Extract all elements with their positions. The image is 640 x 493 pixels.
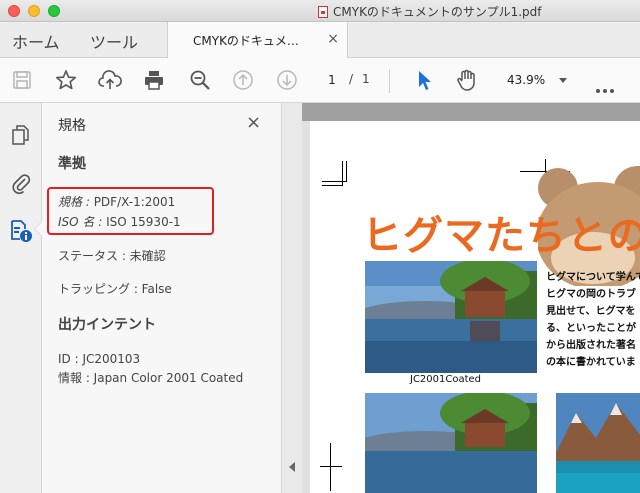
select-tool-button[interactable] [412, 68, 436, 92]
pdf-page: ヒグマたちとの JC2001Coated ヒグマについて学んで ヒグマの岡のトラ… [310, 121, 640, 493]
save-icon [13, 71, 31, 89]
window-zoom-button[interactable] [48, 5, 60, 17]
status-row: ステータス : 未確認 [58, 249, 166, 263]
window-close-button[interactable] [8, 5, 20, 17]
iso-value: ISO 15930-1 [106, 215, 181, 229]
page-count: 1 [362, 72, 370, 86]
document-tab-label: CMYKのドキュメ… [193, 34, 299, 48]
main-toolbar: 1 / 1 43.9% [0, 58, 640, 103]
arrow-down-circle-icon [277, 70, 297, 90]
iso-label: ISO 名 : [58, 215, 103, 229]
panel-close-button[interactable]: × [246, 112, 261, 133]
hand-icon [457, 69, 475, 91]
paperclip-icon [12, 174, 31, 194]
crop-mark [330, 443, 331, 491]
body-line: 見出せて、ヒグマを [546, 306, 636, 317]
lake-boathouse-photo-2 [365, 393, 537, 493]
tab-bar: ホーム ツール CMYKのドキュメ… × [0, 22, 640, 58]
standards-info-icon [11, 220, 32, 242]
standard-value: PDF/X-1:2001 [93, 195, 176, 209]
document-top-strip [302, 103, 640, 121]
zoom-out-button[interactable] [188, 68, 212, 92]
cursor-arrow-icon [419, 71, 431, 90]
mountain-lake-photo [556, 393, 640, 493]
intent-info: 情報 : Japan Color 2001 Coated [58, 371, 244, 385]
save-button[interactable] [10, 68, 34, 92]
chevron-down-icon [559, 78, 567, 83]
cloud-upload-icon [98, 70, 122, 89]
iso-row: ISO 名 : ISO 15930-1 [58, 213, 181, 230]
standard-label: 規格 : [58, 195, 90, 209]
toolbar-divider [389, 69, 390, 93]
window-minimize-button[interactable] [28, 5, 40, 17]
arrow-up-circle-icon [233, 70, 253, 90]
printer-icon [145, 71, 163, 90]
title-bar: CMYKのドキュメントのサンプル1.pdf [0, 0, 640, 22]
more-options-button[interactable] [596, 78, 617, 97]
print-button[interactable] [142, 68, 166, 92]
output-intent-heading: 出力インテント [58, 317, 156, 333]
body-line: から出版された著名 [546, 340, 636, 351]
document-heading: ヒグマたちとの [362, 213, 640, 259]
hand-tool-button[interactable] [455, 68, 479, 92]
trapping-row: トラッピング : False [58, 282, 172, 296]
document-view[interactable]: ヒグマたちとの JC2001Coated ヒグマについて学んで ヒグマの岡のトラ… [302, 103, 640, 493]
panel-title: 規格 [58, 118, 86, 134]
page-separator: / [349, 72, 354, 86]
standards-panel: 規格 × 準拠 規格 : PDF/X-1:2001 ISO 名 : ISO 15… [42, 103, 282, 493]
zoom-out-icon [190, 70, 210, 90]
document-body: ヒグマについて学んで ヒグマの岡のトラブ 見出せて、ヒグマを る、といったことが… [546, 269, 640, 371]
attachments-button[interactable] [9, 171, 33, 195]
bookmark-star-button[interactable] [54, 68, 78, 92]
acrobat-window: CMYKのドキュメントのサンプル1.pdf ホーム ツール CMYKのドキュメ…… [0, 0, 640, 493]
crop-mark [342, 161, 343, 186]
collapse-panel-icon[interactable] [289, 462, 295, 472]
left-nav-rail [0, 103, 42, 493]
pdf-file-icon [318, 6, 328, 18]
pages-icon [12, 125, 29, 145]
window-title: CMYKのドキュメントのサンプル1.pdf [318, 3, 541, 20]
body-line: る、といったことが [546, 323, 636, 334]
window-title-text: CMYKのドキュメントのサンプル1.pdf [333, 5, 542, 19]
document-tab-close-button[interactable]: × [327, 31, 339, 47]
body-line: ヒグマについて学んで [546, 272, 640, 283]
panel-splitter[interactable] [282, 103, 302, 493]
crop-mark [322, 185, 342, 186]
intent-id: ID : JC200103 [58, 352, 141, 366]
previous-page-button[interactable] [231, 68, 255, 92]
lake-boathouse-photo [365, 261, 537, 373]
standard-row: 規格 : PDF/X-1:2001 [58, 193, 175, 210]
body-line: の本に書かれていま [546, 357, 636, 368]
tab-tools[interactable]: ツール [90, 29, 138, 53]
document-tab[interactable]: CMYKのドキュメ… × [167, 22, 348, 58]
crop-mark [320, 466, 342, 467]
compliance-heading: 準拠 [58, 156, 86, 172]
next-page-button[interactable] [275, 68, 299, 92]
upload-button[interactable] [98, 68, 122, 92]
body-line: ヒグマの岡のトラブ [546, 289, 636, 300]
more-dots-icon [596, 89, 600, 93]
page-thumbnails-button[interactable] [9, 123, 33, 147]
zoom-dropdown[interactable]: 43.9% [499, 68, 575, 92]
star-icon [55, 70, 77, 90]
crop-mark [346, 161, 347, 182]
active-panel-pointer [34, 221, 42, 237]
tab-home[interactable]: ホーム [12, 29, 60, 53]
photo-caption: JC2001Coated [410, 374, 482, 385]
page-number-input[interactable]: 1 [319, 70, 345, 90]
zoom-value: 43.9% [507, 73, 546, 87]
standards-button[interactable] [9, 219, 33, 243]
